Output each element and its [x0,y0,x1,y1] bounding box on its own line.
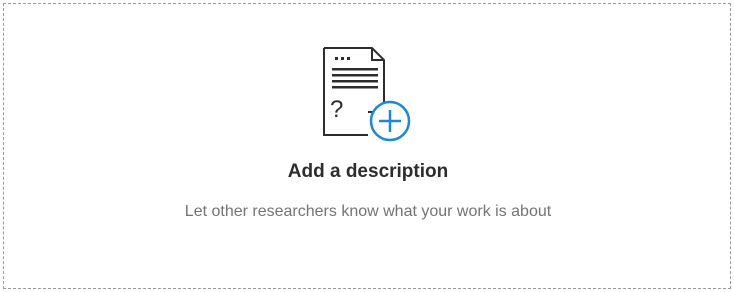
empty-state-title: Add a description [287,161,449,182]
empty-state-subtitle: Let other researchers know what your wor… [184,203,552,220]
document-add-icon: ? [320,44,420,144]
add-description-panel[interactable]: ? Add a description Let other researcher… [3,3,731,289]
svg-text:?: ? [330,96,343,123]
